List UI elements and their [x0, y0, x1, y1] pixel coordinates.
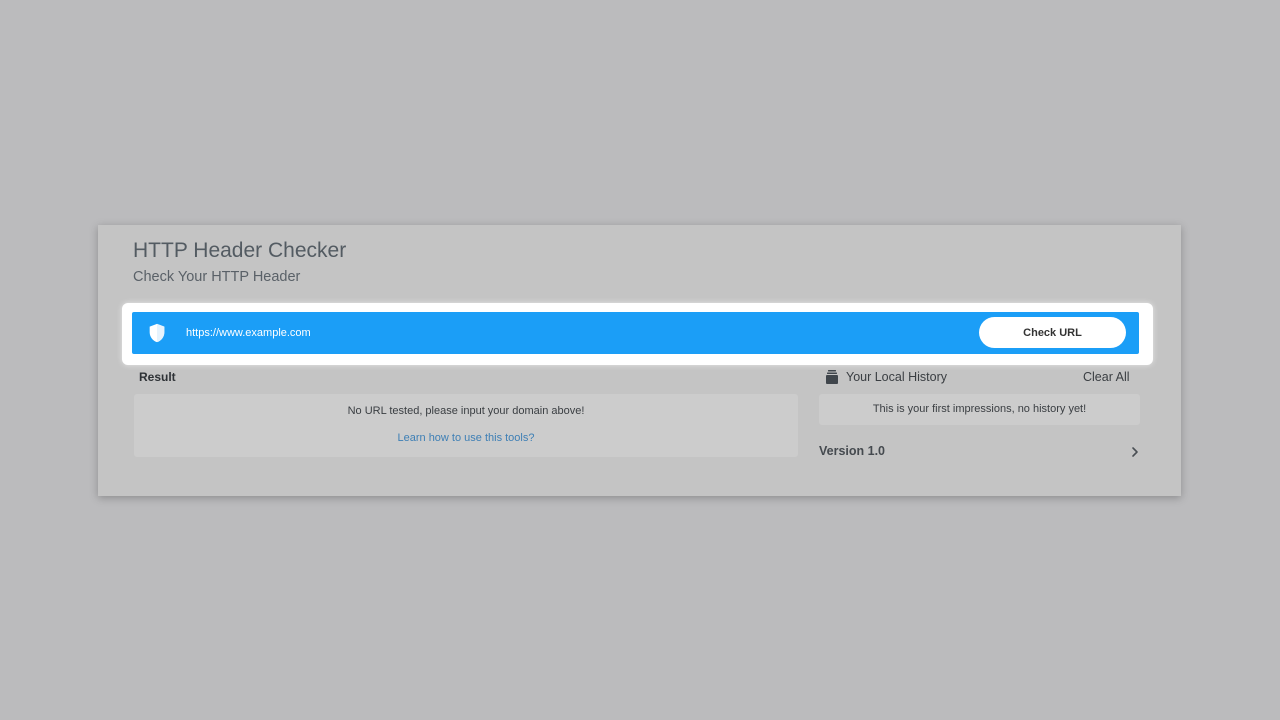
help-link[interactable]: Learn how to use this tools?	[134, 432, 798, 444]
page-title: HTTP Header Checker	[133, 239, 347, 262]
url-input[interactable]	[186, 322, 946, 344]
history-header: Your Local History	[826, 368, 947, 386]
history-title: Your Local History	[846, 370, 947, 384]
page-subtitle: Check Your HTTP Header	[133, 269, 301, 285]
url-bar: Check URL	[132, 312, 1139, 354]
check-url-button[interactable]: Check URL	[979, 317, 1126, 348]
version-label: Version 1.0	[819, 444, 886, 458]
history-stack-icon	[826, 370, 838, 384]
result-message: No URL tested, please input your domain …	[347, 405, 585, 417]
chevron-right-icon	[1130, 445, 1140, 459]
result-label: Result	[139, 370, 176, 384]
version-row[interactable]: Version 1.0	[819, 443, 1140, 461]
checker-card: HTTP Header Checker Check Your HTTP Head…	[98, 225, 1181, 496]
shield-icon	[146, 322, 168, 344]
history-panel: This is your first impressions, no histo…	[819, 394, 1140, 425]
url-bar-highlight: Check URL	[122, 303, 1153, 365]
clear-all-button[interactable]: Clear All	[1083, 370, 1130, 384]
history-empty-message: This is your first impressions, no histo…	[872, 403, 1087, 415]
result-panel: No URL tested, please input your domain …	[134, 394, 798, 457]
